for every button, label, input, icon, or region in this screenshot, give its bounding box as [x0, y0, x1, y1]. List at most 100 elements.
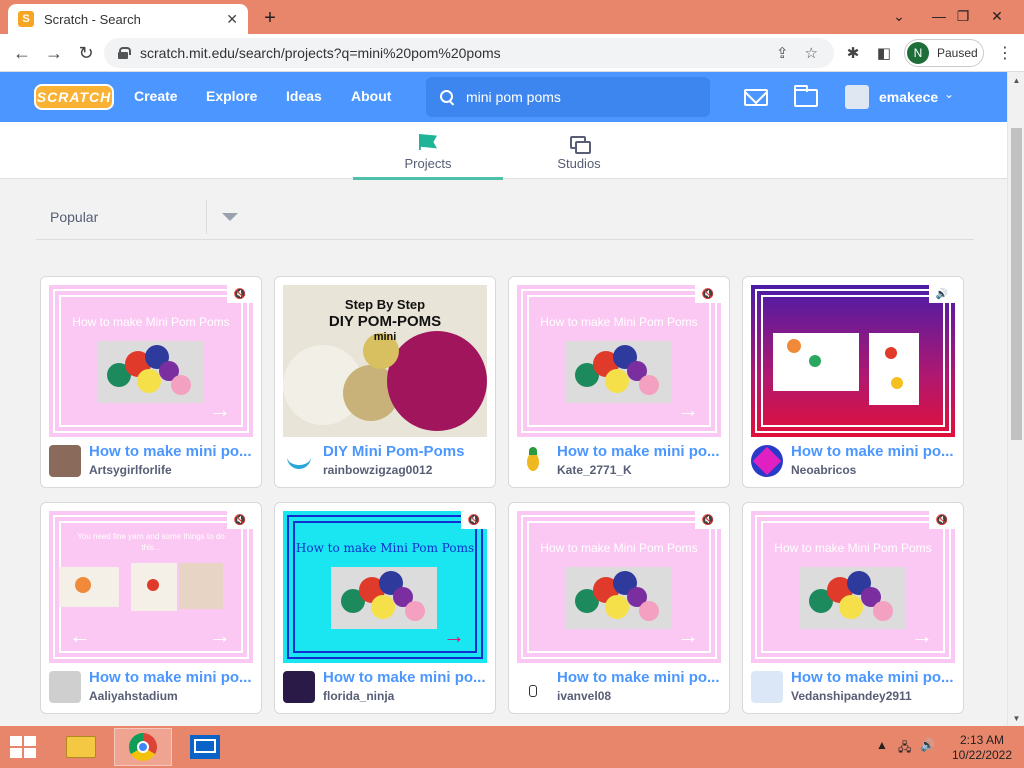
project-thumbnail[interactable]: You need fine yarn and some things to do… [49, 511, 253, 663]
extensions-icon[interactable]: ✱ [842, 42, 864, 64]
clock-date: 10/22/2022 [951, 748, 1013, 762]
sort-value: Popular [50, 209, 99, 225]
volume-icon[interactable]: 🔊 [920, 738, 935, 752]
mute-icon: 🔇 [461, 511, 487, 529]
profile-button[interactable]: N Paused [904, 39, 984, 67]
project-author[interactable]: Kate_2771_K [557, 463, 632, 477]
page-scrollbar[interactable]: ▲ ▼ [1007, 72, 1024, 726]
nav-ideas[interactable]: Ideas [286, 88, 322, 104]
file-explorer-icon[interactable] [52, 728, 110, 766]
flag-icon [419, 134, 437, 150]
project-card[interactable]: How to make Mini Pom Poms → 🔇 How to mak… [508, 502, 730, 714]
project-author[interactable]: Artsygirlforlife [89, 463, 172, 477]
mute-icon: 🔇 [695, 511, 721, 529]
project-title[interactable]: How to make mini po... [557, 443, 723, 460]
nav-create[interactable]: Create [134, 88, 178, 104]
chevron-down-icon[interactable]: ⌄ [944, 87, 954, 101]
project-title[interactable]: DIY Mini Pom-Poms [323, 443, 489, 460]
project-title[interactable]: How to make mini po... [557, 669, 723, 686]
thumb-line-3: mini [373, 331, 397, 343]
share-icon[interactable]: ⇪ [776, 44, 789, 62]
project-card[interactable]: How to make Mini Pom Poms → 🔇 How to mak [40, 276, 262, 488]
avatar[interactable] [49, 671, 81, 703]
profile-avatar: N [907, 42, 929, 64]
studio-icon [570, 136, 591, 154]
project-card[interactable]: How to make Mini Pom Poms → 🔇 How to mak [274, 502, 496, 714]
mute-icon: 🔇 [227, 511, 253, 529]
close-tab-icon[interactable]: ✕ [226, 11, 238, 28]
project-card[interactable]: You need fine yarn and some things to do… [40, 502, 262, 714]
chrome-icon[interactable] [114, 728, 172, 766]
divider [206, 200, 207, 234]
search-input[interactable]: mini pom poms [426, 77, 710, 117]
avatar[interactable] [751, 445, 783, 477]
more-menu-icon[interactable]: ⋮ [994, 42, 1016, 64]
back-icon[interactable]: ← [10, 41, 34, 65]
sort-dropdown[interactable]: Popular [36, 200, 974, 240]
avatar[interactable] [517, 445, 549, 477]
address-bar[interactable]: scratch.mit.edu/search/projects?q=mini%2… [104, 38, 834, 68]
reload-icon[interactable]: ↻ [74, 41, 98, 65]
new-tab-icon[interactable]: + [258, 6, 282, 30]
project-thumbnail[interactable]: 🔊 [751, 285, 955, 437]
avatar[interactable] [517, 671, 549, 703]
nav-explore[interactable]: Explore [206, 88, 257, 104]
browser-tab[interactable]: S Scratch - Search ✕ [8, 4, 248, 34]
avatar[interactable] [283, 445, 315, 477]
my-stuff-folder-icon[interactable] [794, 85, 818, 107]
avatar[interactable] [283, 671, 315, 703]
scroll-down-icon[interactable]: ▼ [1008, 710, 1024, 726]
lock-icon [118, 47, 131, 59]
project-author[interactable]: ivanvel08 [557, 689, 611, 703]
browser-toolbar: ← → ↻ scratch.mit.edu/search/projects?q=… [0, 34, 1024, 72]
thumb-line-1: Step By Step [344, 297, 426, 312]
avatar[interactable] [751, 671, 783, 703]
username[interactable]: emakece [879, 89, 938, 105]
system-clock[interactable]: 2:13 AM 10/22/2022 [944, 733, 1020, 763]
tab-studios[interactable]: Studios [504, 122, 654, 179]
project-title[interactable]: How to make mini po... [791, 669, 957, 686]
side-panel-icon[interactable]: ◧ [873, 42, 895, 64]
project-title[interactable]: How to make mini po... [89, 669, 255, 686]
tray-chevron-icon[interactable]: ▲ [876, 738, 888, 752]
project-author[interactable]: Aaliyahstadium [89, 689, 178, 703]
search-query: mini pom poms [466, 89, 561, 105]
close-window-icon[interactable]: ✕ [974, 2, 1020, 30]
project-title[interactable]: How to make mini po... [791, 443, 957, 460]
project-author[interactable]: rainbowzigzag0012 [323, 463, 432, 477]
tab-projects[interactable]: Projects [353, 122, 503, 180]
search-tabs: Projects Studios [0, 122, 1007, 180]
project-title[interactable]: How to make mini po... [89, 443, 255, 460]
project-thumbnail[interactable]: Step By Step DIY POM-POMS mini [283, 285, 487, 437]
project-thumbnail[interactable]: How to make Mini Pom Poms → 🔇 [751, 511, 955, 663]
mute-icon: 🔇 [929, 511, 955, 529]
nav-about[interactable]: About [351, 88, 391, 104]
caret-down-icon[interactable] [222, 213, 238, 221]
project-title[interactable]: How to make mini po... [323, 669, 489, 686]
scratch-navbar: SCRATCH Create Explore Ideas About mini … [0, 72, 1007, 122]
network-icon[interactable]: 🖧 [898, 738, 911, 759]
project-author[interactable]: Neoabricos [791, 463, 856, 477]
bookmark-star-icon[interactable]: ☆ [805, 44, 818, 62]
project-author[interactable]: Vedanshipandey2911 [791, 689, 912, 703]
avatar[interactable] [49, 445, 81, 477]
project-thumbnail[interactable]: How to make Mini Pom Poms → 🔇 [49, 285, 253, 437]
mail-app-icon[interactable] [176, 728, 234, 766]
tab-title: Scratch - Search [44, 11, 141, 27]
project-card[interactable]: Step By Step DIY POM-POMS mini DIY Mini … [274, 276, 496, 488]
forward-icon[interactable]: → [42, 41, 66, 65]
clock-time: 2:13 AM [959, 733, 1005, 747]
scroll-thumb[interactable] [1011, 128, 1022, 440]
scroll-up-icon[interactable]: ▲ [1008, 72, 1024, 88]
messages-icon[interactable] [744, 89, 768, 106]
project-author[interactable]: florida_ninja [323, 689, 394, 703]
scratch-logo[interactable]: SCRATCH [34, 84, 114, 110]
user-avatar[interactable] [845, 85, 869, 109]
project-thumbnail[interactable]: How to make Mini Pom Poms → 🔇 [517, 285, 721, 437]
windows-start-icon[interactable] [10, 736, 36, 758]
project-thumbnail[interactable]: How to make Mini Pom Poms → 🔇 [517, 511, 721, 663]
project-card[interactable]: How to make Mini Pom Poms → 🔇 How to mak… [508, 276, 730, 488]
project-card[interactable]: How to make Mini Pom Poms → 🔇 How to mak [742, 502, 964, 714]
project-card[interactable]: 🔊 How to make mini po... Neoabricos [742, 276, 964, 488]
project-thumbnail[interactable]: How to make Mini Pom Poms → 🔇 [283, 511, 487, 663]
